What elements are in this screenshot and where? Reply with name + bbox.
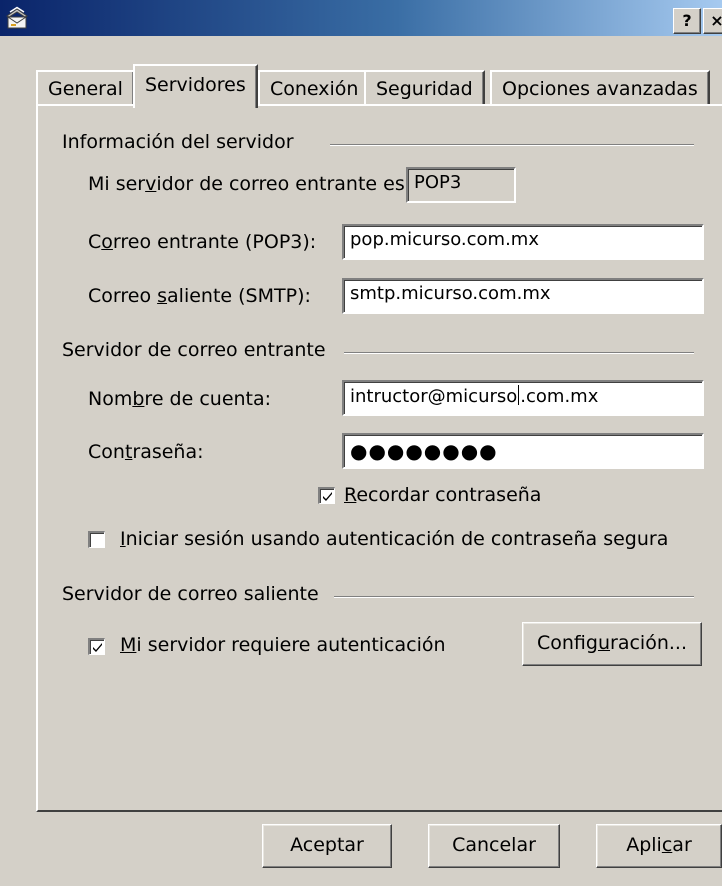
- secure-password-auth-checkbox[interactable]: [88, 531, 105, 548]
- tab-seguridad[interactable]: Seguridad: [364, 70, 485, 106]
- close-button[interactable]: ×: [703, 8, 722, 34]
- title-bar[interactable]: ? ×: [0, 0, 722, 36]
- accept-button[interactable]: Aceptar: [262, 824, 392, 868]
- tab-opciones-avanzadas-label: Opciones avanzadas: [502, 78, 698, 100]
- tab-opciones-avanzadas[interactable]: Opciones avanzadas: [490, 70, 710, 106]
- secure-password-auth-label[interactable]: Iniciar sesión usando autenticación de c…: [120, 528, 668, 550]
- group-divider: [344, 352, 694, 354]
- account-name-text-rest: .com.mx: [520, 386, 599, 407]
- close-icon: ×: [710, 11, 722, 30]
- cancel-button[interactable]: Cancelar: [428, 824, 560, 868]
- help-button-label: ?: [682, 11, 692, 30]
- checkmark-icon: [323, 492, 332, 501]
- group-divider: [330, 144, 694, 146]
- smtp-auth-label[interactable]: Mi servidor requiere autenticación: [120, 634, 446, 656]
- outgoing-server-label: Correo saliente (SMTP):: [88, 285, 311, 307]
- mail-account-icon[interactable]: [4, 6, 30, 30]
- tab-servidores[interactable]: Servidores: [133, 64, 258, 108]
- cancel-button-label: Cancelar: [452, 834, 536, 856]
- tab-conexion-label: Conexión: [270, 78, 359, 100]
- group-server-info-label: Información del servidor: [62, 131, 300, 153]
- incoming-server-type-label: Mi servidor de correo entrante es: [88, 173, 405, 195]
- tab-general[interactable]: General: [36, 70, 135, 106]
- outgoing-server-field[interactable]: smtp.micurso.com.mx: [342, 278, 704, 314]
- smtp-auth-checkbox[interactable]: [88, 638, 105, 655]
- group-divider: [334, 596, 694, 598]
- checkmark-icon: [93, 643, 102, 652]
- tab-general-label: General: [48, 78, 123, 100]
- incoming-server-field[interactable]: pop.micurso.com.mx: [342, 224, 704, 260]
- group-outgoing-server-label: Servidor de correo saliente: [62, 583, 325, 605]
- password-label: Contraseña:: [88, 441, 204, 463]
- tab-seguridad-label: Seguridad: [376, 78, 473, 100]
- tab-conexion[interactable]: Conexión: [258, 70, 371, 106]
- remember-password-label[interactable]: Recordar contraseña: [344, 484, 541, 506]
- incoming-server-type-field: POP3: [406, 167, 516, 203]
- account-name-label: Nombre de cuenta:: [88, 388, 272, 410]
- help-button[interactable]: ?: [673, 8, 701, 34]
- accept-button-label: Aceptar: [290, 834, 364, 856]
- remember-password-checkbox[interactable]: [318, 487, 335, 504]
- password-field[interactable]: ●●●●●●●●: [342, 433, 704, 469]
- apply-button[interactable]: Aplicar: [596, 824, 722, 868]
- account-name-field[interactable]: intructor@micurso .com.mx: [342, 380, 704, 416]
- group-incoming-server-label: Servidor de correo entrante: [62, 339, 332, 361]
- account-name-text: intructor@micurso: [350, 386, 518, 407]
- incoming-server-label: Correo entrante (POP3):: [88, 231, 317, 253]
- settings-button[interactable]: Configuración...: [522, 622, 702, 666]
- tab-servidores-label: Servidores: [145, 74, 246, 96]
